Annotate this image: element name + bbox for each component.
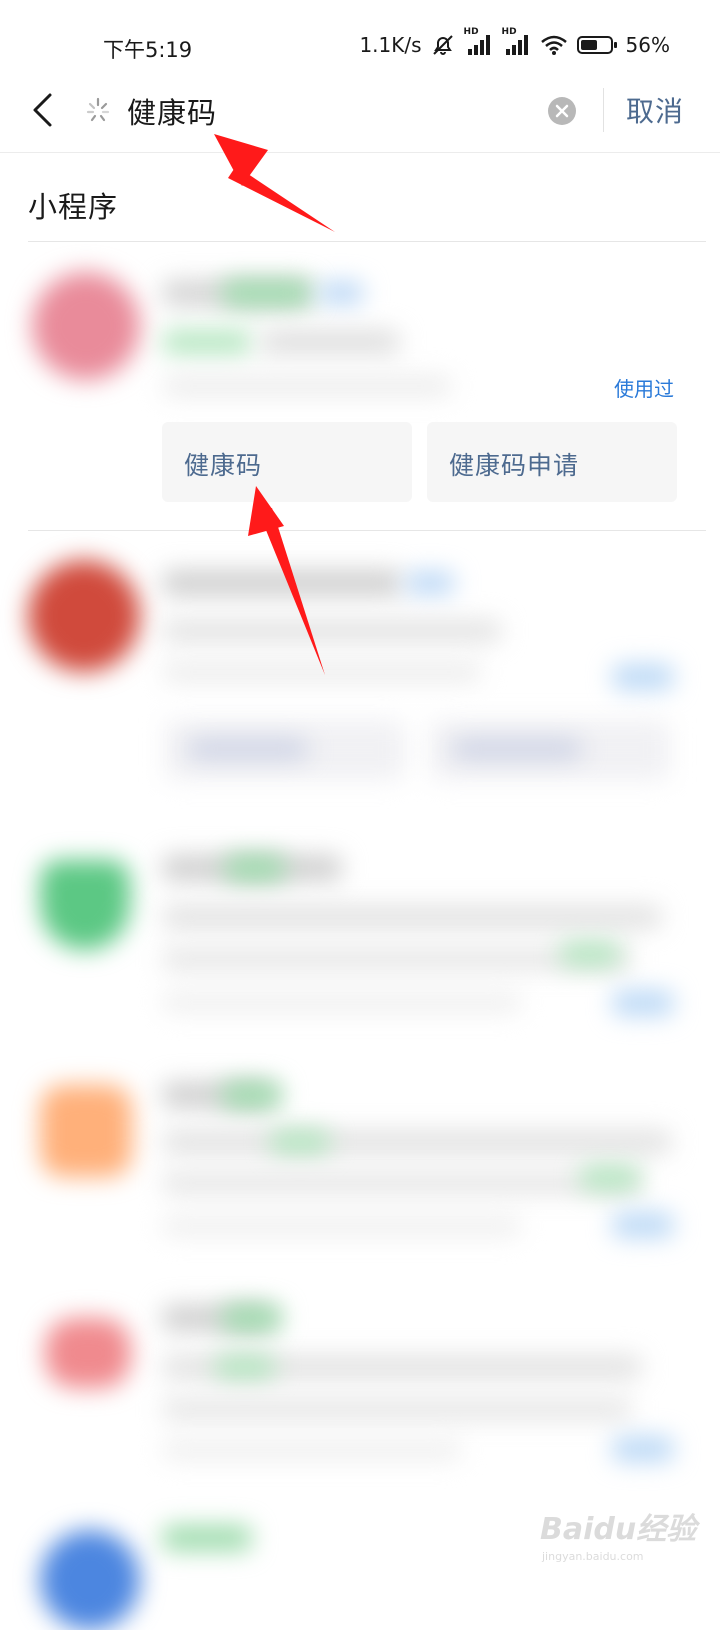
back-chevron-icon xyxy=(33,93,52,127)
signal-icon: HD xyxy=(502,27,532,57)
blurred-text xyxy=(162,330,252,354)
search-bar: 健康码 取消 xyxy=(0,70,720,152)
blurred-text xyxy=(222,1305,282,1331)
subitem-label: 健康码 xyxy=(184,451,263,480)
subitem-label: 健康码申请 xyxy=(449,451,580,480)
watermark-logo: Baidu经验 xyxy=(540,1512,697,1547)
back-button[interactable] xyxy=(22,86,62,134)
blurred-text xyxy=(580,1166,640,1190)
search-divider xyxy=(603,88,604,132)
wifi-icon xyxy=(540,34,568,56)
status-time: 下午5:19 xyxy=(103,38,193,62)
blurred-text xyxy=(215,1355,275,1379)
blurred-text xyxy=(162,1525,252,1551)
status-icons: 1.1K/s HD HD 56% xyxy=(359,27,670,58)
blurred-text xyxy=(162,620,502,642)
app-avatar xyxy=(32,272,140,380)
watermark-url: jingyan.baidu.com xyxy=(542,1550,644,1563)
blurred-text xyxy=(162,662,482,682)
blurred-text xyxy=(452,740,582,758)
section-title: 小程序 xyxy=(28,190,119,224)
blurred-text xyxy=(162,376,452,396)
mute-bell-icon xyxy=(430,32,456,58)
app-avatar xyxy=(45,1318,131,1388)
battery-percent: 56% xyxy=(625,33,670,57)
baidu-watermark: Baidu经验 jingyan.baidu.com xyxy=(540,1490,710,1580)
used-badge: 使用过 xyxy=(614,377,674,401)
blurred-badge xyxy=(612,1212,674,1238)
app-avatar xyxy=(40,1085,132,1177)
blurred-text xyxy=(225,855,285,881)
result-divider xyxy=(28,530,706,531)
blurred-text xyxy=(222,1082,282,1108)
blurred-text xyxy=(222,280,312,306)
subitem-health-code[interactable]: 健康码 xyxy=(162,422,412,502)
blurred-text xyxy=(162,1398,632,1420)
blurred-text xyxy=(318,282,364,304)
blurred-text xyxy=(270,1130,330,1154)
search-input[interactable]: 健康码 xyxy=(127,90,217,132)
blurred-badge xyxy=(612,1436,674,1462)
clear-circle-icon[interactable] xyxy=(547,96,577,126)
blurred-text xyxy=(560,942,620,966)
blurred-text xyxy=(162,1130,672,1154)
net-speed: 1.1K/s xyxy=(359,33,422,57)
blurred-text xyxy=(188,740,308,758)
app-avatar xyxy=(40,1530,140,1630)
blurred-text xyxy=(162,1172,642,1194)
blurred-text xyxy=(162,905,662,929)
header-divider xyxy=(0,152,720,153)
blurred-text xyxy=(162,570,402,596)
blurred-badge xyxy=(612,990,674,1016)
subitem-health-code-apply[interactable]: 健康码申请 xyxy=(427,422,677,502)
loading-spinner-icon xyxy=(86,97,110,122)
blurred-text xyxy=(162,1440,462,1460)
section-divider xyxy=(28,241,706,242)
blurred-text xyxy=(260,330,400,354)
blurred-text xyxy=(162,1216,522,1236)
cancel-button[interactable]: 取消 xyxy=(626,90,684,130)
signal-icon: HD xyxy=(464,27,494,57)
blurred-text xyxy=(162,992,522,1012)
app-avatar xyxy=(28,560,140,672)
app-avatar xyxy=(40,860,130,950)
battery-icon xyxy=(576,34,618,56)
blurred-badge xyxy=(612,664,674,690)
blurred-text xyxy=(405,572,455,594)
